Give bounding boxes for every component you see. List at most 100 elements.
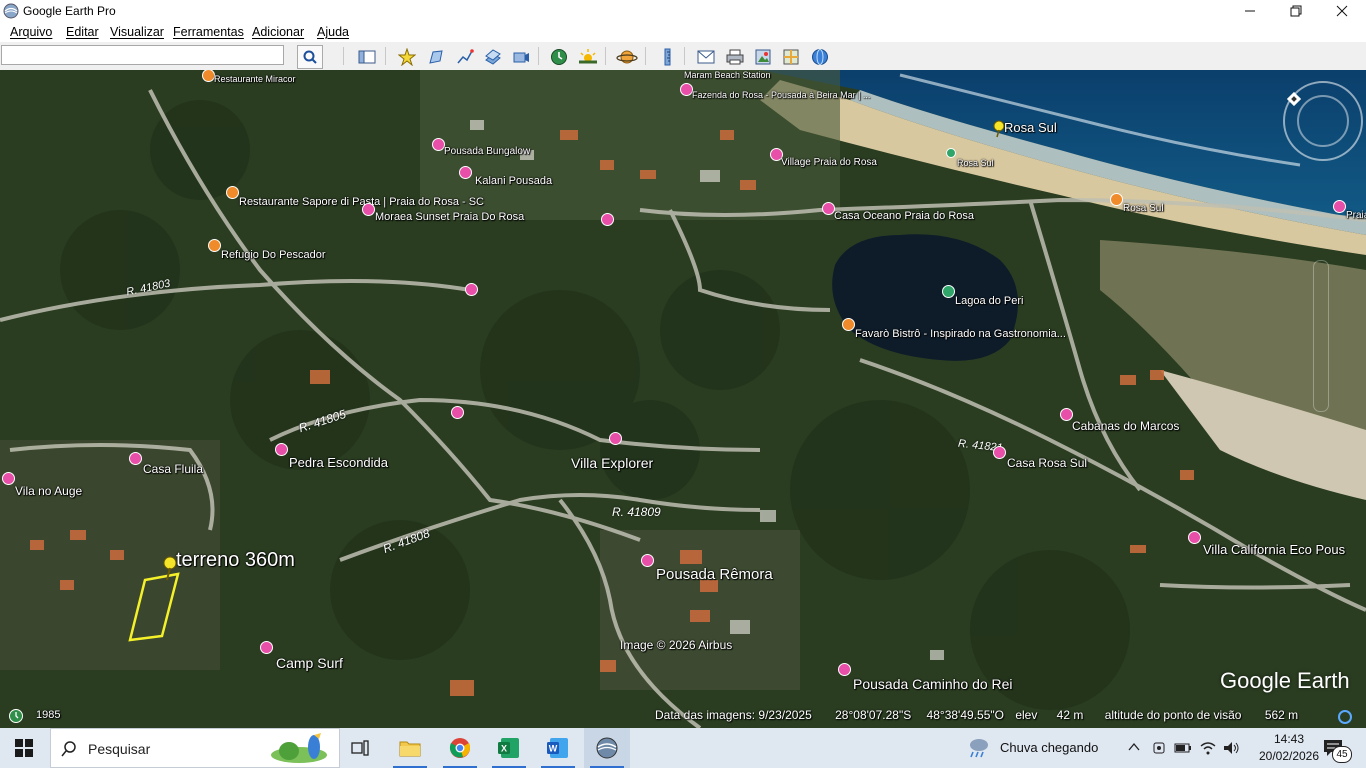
start-button[interactable] [0, 728, 48, 768]
minimize-button[interactable] [1227, 0, 1273, 22]
place-label[interactable]: Camp Surf [276, 655, 343, 671]
wifi-icon[interactable] [1199, 740, 1217, 756]
sidebar-icon [358, 50, 376, 64]
poi-marker[interactable] [993, 446, 1006, 459]
poi-marker[interactable] [1110, 193, 1123, 206]
clock-icon [551, 49, 567, 65]
search-input[interactable] [1, 45, 284, 65]
place-label[interactable]: Vila no Auge [15, 484, 82, 498]
poi-marker[interactable] [129, 452, 142, 465]
place-label[interactable]: Rosa Sul [1004, 120, 1057, 135]
record-tour-button[interactable] [508, 45, 534, 69]
poi-marker[interactable] [842, 318, 855, 331]
add-path-button[interactable] [452, 45, 478, 69]
menu-bar: Arquivo Editar Visualizar Ferramentas Ad… [0, 22, 1366, 42]
poi-marker[interactable] [362, 203, 375, 216]
taskbar-search-box[interactable]: Pesquisar [50, 728, 340, 768]
weather-rain-icon[interactable] [966, 737, 992, 759]
poi-marker[interactable] [275, 443, 288, 456]
menu-visualizar[interactable]: Visualizar [110, 25, 164, 39]
place-label[interactable]: Pousada Rêmora [656, 566, 773, 583]
save-image-button[interactable] [750, 45, 776, 69]
maximize-button[interactable] [1273, 0, 1319, 22]
poi-marker[interactable] [942, 285, 955, 298]
sidebar-toggle-button[interactable] [354, 45, 380, 69]
menu-arquivo[interactable]: Arquivo [10, 25, 52, 39]
place-label[interactable]: Moraea Sunset Praia Do Rosa [375, 211, 524, 223]
print-button[interactable] [722, 45, 748, 69]
place-label[interactable]: Pousada Bungalow [444, 146, 530, 157]
place-label[interactable]: Praia [1346, 210, 1366, 221]
volume-icon[interactable] [1222, 740, 1240, 756]
place-label[interactable]: Casa Rosa Sul [1007, 456, 1087, 470]
place-label[interactable]: Fazenda do Rosa - Pousada à Beira Mar | … [692, 90, 870, 100]
north-reset-icon[interactable] [1287, 92, 1301, 106]
word-button[interactable]: W [535, 728, 581, 768]
ruler-button[interactable] [654, 45, 680, 69]
search-button[interactable] [297, 45, 323, 69]
poi-marker[interactable] [838, 663, 851, 676]
poi-marker[interactable] [465, 283, 478, 296]
clock-time[interactable]: 14:43 [1265, 732, 1313, 746]
poi-marker[interactable] [459, 166, 472, 179]
add-image-overlay-button[interactable] [480, 45, 506, 69]
historical-imagery-button[interactable] [546, 45, 572, 69]
place-label[interactable]: Casa Oceano Praia do Rosa [834, 210, 974, 222]
historical-imagery-icon[interactable] [7, 708, 25, 724]
poi-marker[interactable] [226, 186, 239, 199]
place-label[interactable]: Restaurante Miracor [214, 74, 296, 84]
zoom-slider[interactable] [1313, 260, 1329, 412]
poi-marker[interactable] [260, 641, 273, 654]
google-earth-taskbar-button[interactable] [584, 728, 630, 768]
notifications-button[interactable]: 45 [1323, 737, 1352, 763]
place-label[interactable]: Lagoa do Peri [955, 295, 1024, 307]
earth-gallery-button[interactable] [807, 45, 833, 69]
poi-marker[interactable] [609, 432, 622, 445]
place-label[interactable]: Cabanas do Marcos [1072, 419, 1179, 433]
place-label[interactable]: Kalani Pousada [475, 175, 552, 187]
place-label[interactable]: Rosa Sul [1123, 203, 1164, 214]
poi-marker[interactable] [601, 213, 614, 226]
clock-date[interactable]: 20/02/2026 [1258, 749, 1320, 763]
place-label[interactable]: Favarò Bistrô - Inspirado na Gastronomia… [855, 328, 1066, 340]
camera-privacy-icon[interactable] [1151, 740, 1167, 756]
place-label[interactable]: Village Praia do Rosa [781, 157, 877, 168]
poi-marker[interactable] [641, 554, 654, 567]
place-label[interactable]: Pousada Caminho do Rei [853, 676, 1013, 692]
poi-marker[interactable] [208, 239, 221, 252]
poi-marker[interactable] [1333, 200, 1346, 213]
map-view[interactable]: Restaurante Miracor Maram Beach Station … [0, 70, 1366, 728]
chrome-button[interactable] [437, 728, 483, 768]
look-navigation-control[interactable] [1283, 81, 1363, 161]
view-in-maps-button[interactable] [778, 45, 804, 69]
menu-adicionar[interactable]: Adicionar [252, 25, 304, 39]
menu-ferramentas[interactable]: Ferramentas [173, 25, 244, 39]
place-label[interactable]: Villa Explorer [571, 455, 653, 471]
chevron-up-icon[interactable] [1128, 742, 1140, 752]
add-polygon-button[interactable] [423, 45, 449, 69]
place-label[interactable]: Pedra Escondida [289, 455, 388, 470]
excel-button[interactable]: X [486, 728, 532, 768]
menu-ajuda[interactable]: Ajuda [317, 25, 349, 39]
switch-planet-button[interactable] [614, 45, 640, 69]
close-button[interactable] [1319, 0, 1365, 22]
task-view-button[interactable] [337, 728, 383, 768]
file-explorer-button[interactable] [387, 728, 433, 768]
sunlight-button[interactable] [575, 45, 601, 69]
place-label[interactable]: terreno 360m [176, 549, 295, 572]
battery-icon[interactable] [1174, 741, 1192, 755]
poi-marker[interactable] [2, 472, 15, 485]
poi-marker[interactable] [946, 148, 956, 158]
place-label[interactable]: Villa California Eco Pous [1203, 542, 1345, 557]
email-button[interactable] [693, 45, 719, 69]
add-placemark-button[interactable] [394, 45, 420, 69]
place-label[interactable]: Maram Beach Station [684, 70, 771, 80]
place-label[interactable]: Refugio Do Pescador [221, 249, 326, 261]
menu-editar[interactable]: Editar [66, 25, 99, 39]
weather-text[interactable]: Chuva chegando [1000, 740, 1098, 755]
poi-marker[interactable] [451, 406, 464, 419]
poi-marker[interactable] [1188, 531, 1201, 544]
look-joystick[interactable] [1297, 95, 1349, 147]
place-label[interactable]: Casa Fluila [143, 462, 203, 476]
place-label[interactable]: Rosa Sul [957, 158, 994, 168]
